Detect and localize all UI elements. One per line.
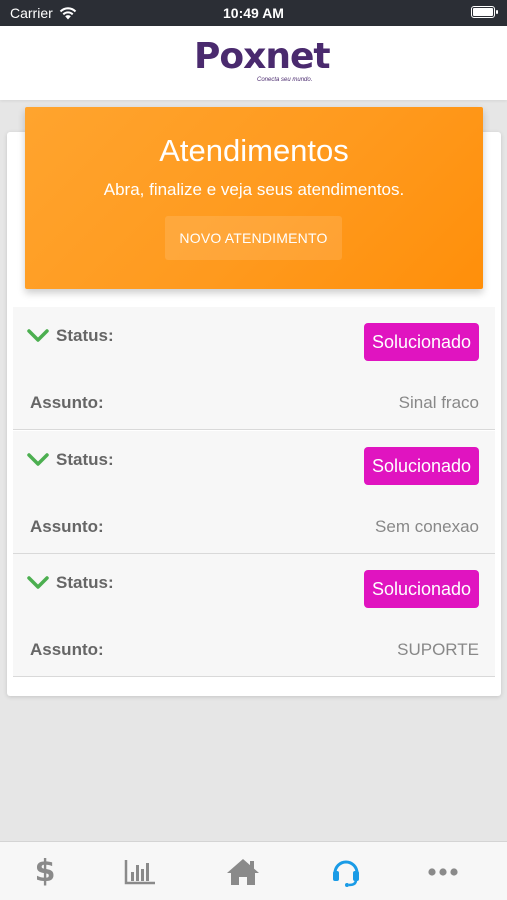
logo-wordmark: Poxnet (194, 36, 331, 77)
home-icon (227, 858, 259, 885)
clock: 10:49 AM (223, 5, 284, 21)
tab-payments[interactable]: $ (15, 842, 75, 900)
subject-value: Sinal fraco (398, 393, 479, 412)
status-label: Status: (56, 573, 114, 592)
tab-more[interactable] (413, 842, 473, 900)
subject-value: SUPORTE (397, 640, 479, 659)
subject-label: Assunto: (30, 393, 104, 412)
chevron-down-icon[interactable] (27, 574, 49, 590)
chevron-down-icon[interactable] (27, 327, 49, 343)
bar-chart-icon (124, 859, 155, 884)
app-header: Poxnet Conecta seu mundo. (0, 26, 507, 100)
status-badge: Solucionado (364, 447, 479, 485)
status-badge: Solucionado (364, 570, 479, 608)
status-label: Status: (56, 450, 114, 469)
ticket-item[interactable]: Status: Solucionado Assunto: SUPORTE (13, 554, 495, 677)
subject-value: Sem conexao (375, 517, 479, 536)
ticket-item[interactable]: Status: Solucionado Assunto: Sem conexao (13, 431, 495, 554)
page-subtitle: Abra, finalize e veja seus atendimentos. (103, 180, 405, 199)
ios-status-bar: Carrier 10:49 AM (0, 0, 507, 26)
tab-usage[interactable] (110, 842, 170, 900)
logo-tagline: Conecta seu mundo. (257, 77, 313, 83)
dollar-icon: $ (34, 854, 56, 889)
battery-icon (471, 6, 498, 18)
subject-label: Assunto: (30, 640, 104, 659)
hero-card: Atendimentos Abra, finalize e veja seus … (25, 107, 483, 289)
page-title: Atendimentos (159, 133, 349, 168)
ticket-item[interactable]: Status: Solucionado Assunto: Sinal fraco (13, 307, 495, 430)
chevron-down-icon[interactable] (27, 451, 49, 467)
poxnet-logo: Poxnet Conecta seu mundo. (194, 36, 331, 89)
tab-support[interactable] (316, 842, 376, 900)
status-badge: Solucionado (364, 323, 479, 361)
tab-home[interactable] (213, 842, 273, 900)
status-label: Status: (56, 326, 114, 345)
subject-label: Assunto: (30, 517, 104, 536)
new-ticket-button[interactable]: NOVO ATENDIMENTO (165, 216, 342, 260)
more-icon (428, 867, 458, 876)
bottom-tab-bar: $ (0, 841, 507, 900)
headset-icon (333, 860, 359, 887)
